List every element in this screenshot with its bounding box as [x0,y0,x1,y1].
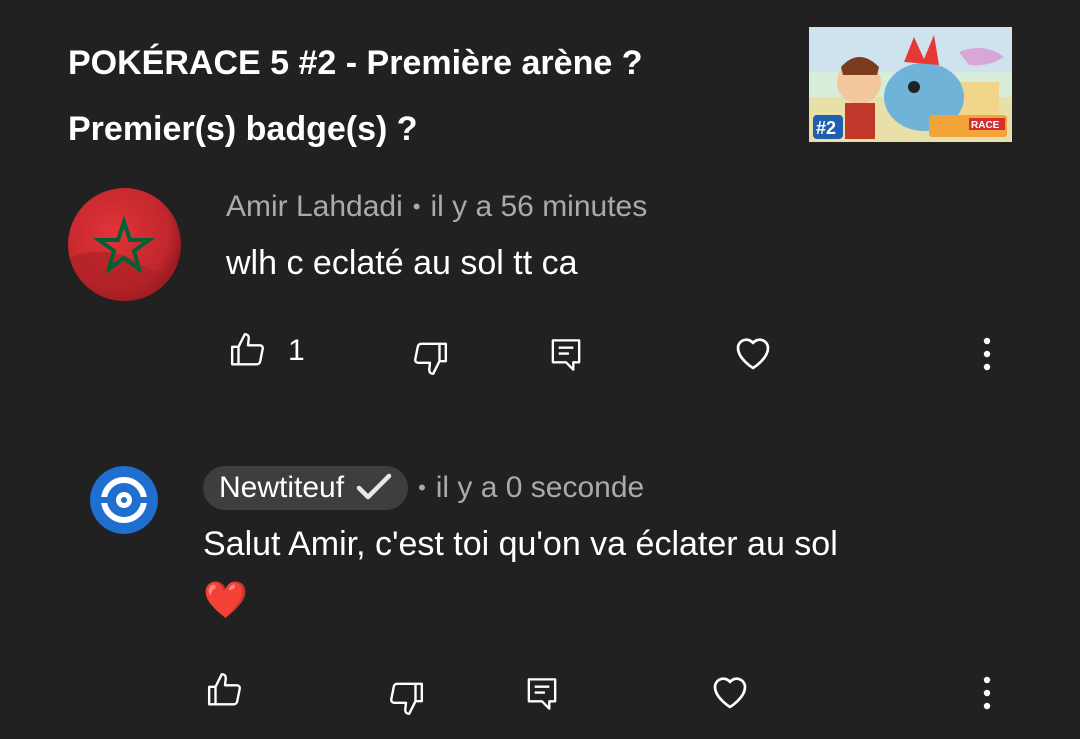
meta-separator: • [412,194,421,219]
avatar[interactable] [68,188,181,301]
reply-time[interactable]: il y a 0 seconde [436,471,644,505]
more-options-button[interactable] [972,334,1002,374]
thumbnail-episode-badge: #2 [816,118,836,138]
more-vert-icon [983,337,991,371]
like-button[interactable] [205,670,245,710]
reply-icon [551,339,581,371]
video-title[interactable]: POKÉRACE 5 #2 - Première arène ? Premier… [68,30,768,162]
reply-author: Newtiteuf [219,471,345,504]
heart-button[interactable] [732,332,774,374]
thumbs-up-icon [230,332,264,366]
reply-button[interactable] [546,335,586,375]
more-options-button[interactable] [972,673,1002,713]
comment-time[interactable]: il y a 56 minutes [430,190,647,224]
meta-separator: • [418,475,426,500]
more-vert-icon [983,676,991,710]
comment-text: wlh c eclaté au sol tt ca [226,244,578,282]
heart-icon [736,338,770,370]
comment-author[interactable]: Amir Lahdadi [226,190,403,224]
comment-thread-page: POKÉRACE 5 #2 - Première arène ? Premier… [0,0,1080,739]
avatar[interactable] [90,466,158,534]
reply-meta: Newtiteuf • il y a 0 seconde [203,466,644,510]
reply-button[interactable] [522,674,562,714]
thumbs-up-icon [207,672,241,706]
verified-check-icon [356,473,392,503]
channel-owner-badge[interactable]: Newtiteuf [203,466,409,510]
like-count: 1 [288,334,305,367]
video-thumbnail[interactable]: #2 RACE [809,27,1012,142]
thumbnail-logo-text: RACE [971,120,1000,131]
thumbs-down-icon [414,342,448,376]
dislike-button[interactable] [410,338,450,378]
heart-icon [713,677,747,709]
heart-emoji: ❤️ [203,579,248,620]
heart-button[interactable] [709,671,751,713]
dislike-button[interactable] [386,678,426,718]
reply-icon [527,678,557,710]
comment-meta: Amir Lahdadi • il y a 56 minutes [226,190,647,224]
thumbs-down-icon [390,682,424,716]
like-button[interactable] [228,330,268,370]
reply-text: Salut Amir, c'est toi qu'on va éclater a… [203,525,838,563]
